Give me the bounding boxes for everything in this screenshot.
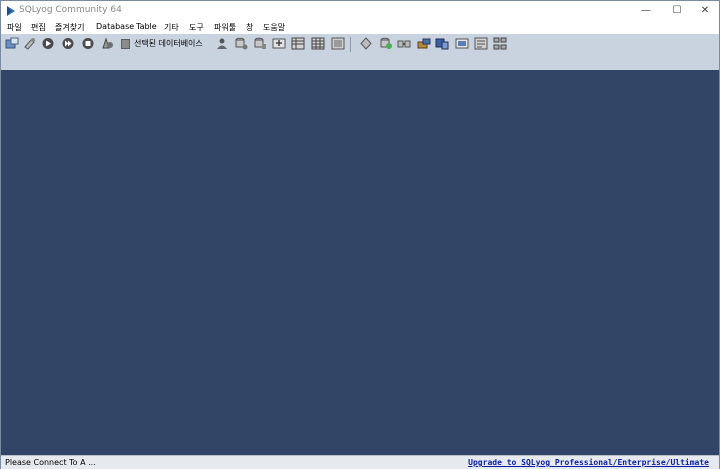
import-icon[interactable] [272, 37, 286, 50]
notifications-icon[interactable] [435, 37, 449, 50]
menu-powertools[interactable]: 파워툴 [214, 22, 236, 33]
status-bar: Please Connect To A ... Upgrade to SQLyo… [1, 455, 719, 469]
menu-file[interactable]: 파일 [7, 22, 22, 33]
execute-all-icon[interactable] [61, 37, 75, 50]
menu-others[interactable]: 기타 [164, 22, 179, 33]
window-title: SQLyog Community 64 [19, 5, 122, 15]
sqlyog-logo-icon [7, 6, 15, 16]
upgrade-link[interactable]: Upgrade to SQLyog Professional/Enterpris… [468, 458, 709, 467]
menu-help[interactable]: 도움말 [263, 22, 285, 33]
menu-table[interactable]: Table [136, 22, 157, 31]
new-connection-icon[interactable] [5, 37, 19, 50]
menu-edit[interactable]: 편집 [31, 22, 46, 33]
migration-icon[interactable] [397, 37, 411, 50]
refresh-icon[interactable] [100, 37, 114, 50]
schema-designer-icon[interactable] [331, 37, 345, 50]
connection-status-text: Please Connect To A ... [5, 458, 96, 467]
close-button[interactable]: ✕ [690, 1, 720, 21]
restore-icon[interactable] [253, 37, 267, 50]
disconnect-icon[interactable] [23, 37, 37, 50]
table-data-icon[interactable] [291, 37, 305, 50]
export-icon[interactable] [311, 37, 325, 50]
schema-sync-icon[interactable] [493, 37, 507, 50]
history-icon[interactable] [474, 37, 488, 50]
toolbar: 선택된 데이터베이스 [1, 34, 719, 71]
menu-tools[interactable]: 도구 [189, 22, 204, 33]
mdi-workspace [1, 70, 719, 455]
database-selector[interactable]: 선택된 데이터베이스 [121, 37, 203, 51]
execute-query-icon[interactable] [41, 37, 55, 50]
scheduled-jobs-icon[interactable] [417, 37, 431, 50]
toolbar-separator [350, 37, 351, 52]
title-bar[interactable]: SQLyog Community 64 — ☐ ✕ [1, 1, 719, 21]
database-selector-label: 선택된 데이터베이스 [134, 39, 203, 48]
minimize-button[interactable]: — [631, 1, 661, 21]
menu-bar: 파일 편집 즐겨찾기 Database Table 기타 도구 파워툴 창 도움… [1, 21, 719, 34]
stop-icon[interactable] [81, 37, 95, 50]
maximize-button[interactable]: ☐ [662, 1, 692, 21]
sync-icon[interactable] [379, 37, 393, 50]
database-icon [121, 39, 130, 49]
user-manager-icon[interactable] [215, 37, 229, 50]
menu-window[interactable]: 창 [246, 22, 253, 33]
menu-favorites[interactable]: 즐겨찾기 [55, 22, 84, 33]
menu-database[interactable]: Database [96, 22, 134, 31]
query-builder-icon[interactable] [359, 37, 373, 50]
sql-formatter-icon[interactable] [455, 37, 469, 50]
app-window: SQLyog Community 64 — ☐ ✕ 파일 편집 즐겨찾기 Dat… [0, 0, 720, 469]
backup-icon[interactable] [234, 37, 248, 50]
